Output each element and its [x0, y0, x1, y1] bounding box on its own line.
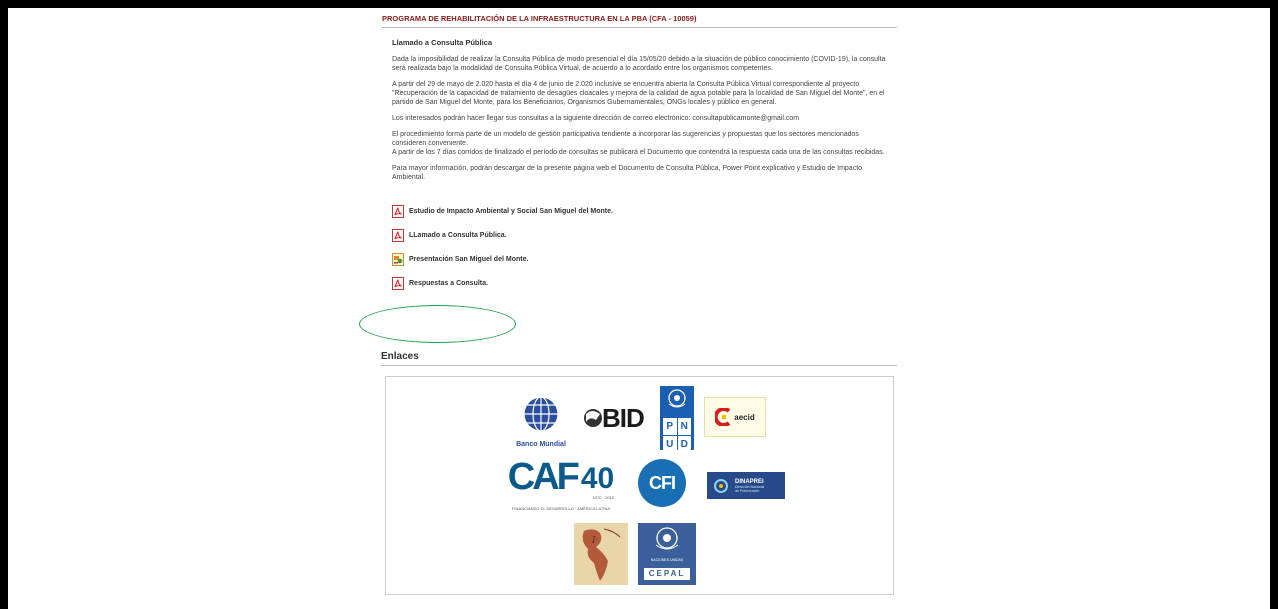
highlight-annotation	[359, 305, 516, 343]
logo-aecid[interactable]: aecid	[704, 397, 766, 437]
logo-caf[interactable]: CAF 40 1970 - 2010 FINANCIANDO EL DESARR…	[496, 456, 626, 517]
pnud-letter: N	[677, 418, 691, 435]
divider	[381, 365, 897, 366]
logo-banco-mundial[interactable]: Banco Mundial	[511, 394, 571, 448]
logo-label: Banco Mundial	[516, 441, 566, 448]
logo-ilpes[interactable]: I	[574, 523, 628, 585]
links-heading: Enlaces	[381, 351, 419, 362]
logo-number: 40	[580, 462, 615, 495]
pnud-letter: U	[663, 436, 677, 453]
doc-link-llamado[interactable]: LLamado a Consulta Pública.	[392, 227, 897, 243]
powerpoint-icon	[392, 252, 404, 266]
logo-tagline: FINANCIANDO EL DESARROLLO · AMÉRICA LATI…	[511, 506, 611, 511]
pnud-letter: D	[677, 436, 691, 453]
logo-sub: Dirección Nacional	[735, 484, 765, 489]
logo-dinaprei[interactable]: DINAPREI Dirección Nacional de Preinvers…	[707, 472, 785, 499]
document-list: Estudio de Impacto Ambiental y Social Sa…	[382, 203, 897, 291]
dinaprei-emblem-icon	[714, 478, 728, 493]
un-emblem-icon	[668, 389, 686, 408]
logo-cfi[interactable]: CFI	[638, 459, 686, 507]
logo-label: CAF	[507, 456, 580, 498]
doc-label: LLamado a Consulta Pública.	[409, 231, 507, 239]
paragraph-info: Para mayor información, podrán descargar…	[392, 165, 863, 181]
paragraph-responses: A partir de los 7 días corridos de final…	[392, 149, 885, 156]
logo-sub: de Preinversión	[735, 488, 760, 493]
bid-emblem-icon	[584, 409, 602, 427]
paragraph-dates: A partir del 29 de mayo de 2.020 hasta e…	[392, 81, 885, 106]
section-title: Llamado a Consulta Pública	[392, 38, 493, 47]
globe-icon	[523, 396, 559, 432]
doc-link-presentacion[interactable]: Presentación San Miguel del Monte.	[392, 251, 897, 267]
main-content: PROGRAMA DE REHABILITACIÓN DE LA INFRAES…	[382, 14, 897, 299]
paragraph-procedure: El procedimiento forma parte de un model…	[392, 131, 859, 147]
logo-label: aecid	[734, 412, 755, 422]
pdf-icon	[392, 276, 404, 290]
un-emblem-icon	[655, 527, 679, 550]
partner-links-box: Banco Mundial BID P N U D aecid CAF 40 1…	[385, 376, 894, 595]
doc-link-respuestas[interactable]: Respuestas a Consulta.	[392, 275, 897, 291]
doc-label: Presentación San Miguel del Monte.	[409, 255, 529, 263]
logo-bid[interactable]: BID	[582, 401, 652, 435]
pdf-icon	[392, 204, 404, 218]
logo-cepal[interactable]: NACIONES UNIDAS CEPAL	[638, 523, 696, 585]
page-title: PROGRAMA DE REHABILITACIÓN DE LA INFRAES…	[382, 14, 897, 28]
doc-label: Estudio de Impacto Ambiental y Social Sa…	[409, 207, 613, 215]
logo-label: BID	[602, 402, 645, 433]
doc-label: Respuestas a Consulta.	[409, 279, 488, 287]
doc-link-estudio-impacto[interactable]: Estudio de Impacto Ambiental y Social Sa…	[392, 203, 897, 219]
logo-label: CFI	[649, 472, 676, 493]
pdf-icon	[392, 228, 404, 242]
logo-label: DINAPREI	[735, 478, 764, 485]
logo-label: CEPAL	[644, 568, 690, 580]
article-body: Llamado a Consulta Pública Dada la impos…	[382, 38, 897, 182]
logo-pnud[interactable]: P N U D	[660, 386, 694, 453]
svg-text:I: I	[591, 536, 596, 546]
paragraph-email: Los interesados podrán hacer llegar sus …	[392, 115, 800, 122]
pnud-letter: P	[663, 418, 677, 435]
aecid-emblem-icon	[715, 408, 731, 426]
americas-map-icon: I	[582, 528, 621, 581]
logo-sub: NACIONES UNIDAS	[650, 558, 684, 562]
paragraph-covid: Dada la imposibilidad de realizar la Con…	[392, 56, 886, 72]
